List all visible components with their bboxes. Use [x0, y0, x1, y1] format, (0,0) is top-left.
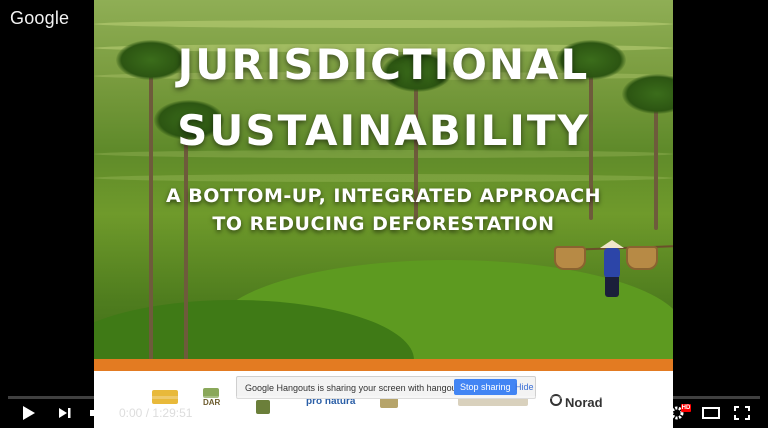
palm-trunk [149, 60, 153, 360]
basket-right [626, 246, 658, 270]
farmer-legs [605, 277, 619, 297]
slide-title-line2: SUSTAINABILITY [177, 106, 590, 155]
next-button[interactable] [56, 405, 74, 421]
slide-subtitle-line2: TO REDUCING DEFORESTATION [212, 213, 555, 235]
slide-subtitle-line1: A BOTTOM-UP, INTEGRATED APPROACH [165, 185, 602, 207]
sponsor-logo [256, 400, 270, 414]
farmer-body [604, 248, 620, 278]
fullscreen-icon [734, 406, 750, 420]
fullscreen-button[interactable] [733, 405, 751, 421]
play-button[interactable] [20, 404, 38, 422]
dar-logo: DAR [203, 398, 221, 407]
google-watermark: Google [10, 8, 70, 28]
time-separator: / [145, 406, 150, 420]
theater-mode-button[interactable] [701, 406, 721, 420]
skip-next-icon [59, 408, 71, 418]
basket-left [554, 246, 586, 270]
duration: 1:29:51 [152, 406, 193, 420]
terrace-line [94, 174, 673, 182]
conical-hat [600, 240, 624, 248]
volume-button[interactable] [88, 404, 108, 422]
slide-accent-bar [94, 359, 673, 371]
play-icon [23, 406, 35, 420]
farmer-figure [590, 240, 630, 300]
theater-mode-icon [702, 407, 720, 419]
time-display: 0:00 / 1:29:51 [119, 406, 192, 420]
hd-badge: HD [681, 404, 691, 412]
current-time: 0:00 [119, 406, 143, 420]
progress-bar[interactable] [8, 396, 760, 399]
slide-title-line1: JURISDICTIONAL [177, 40, 590, 89]
stop-sharing-button[interactable]: Stop sharing [454, 379, 517, 395]
terrace-line [94, 20, 673, 28]
hide-notification-link[interactable]: Hide [515, 382, 534, 392]
volume-icon [90, 406, 106, 420]
